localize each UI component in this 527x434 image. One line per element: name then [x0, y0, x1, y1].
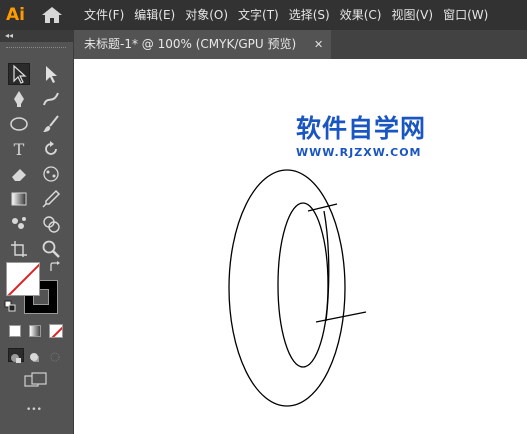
- type-tool-glyph: T: [13, 139, 25, 159]
- menu-edit[interactable]: 编辑(E): [129, 0, 180, 30]
- menu-type[interactable]: 文字(T): [233, 0, 284, 30]
- none-slash-icon: [51, 326, 62, 337]
- menu-window[interactable]: 窗口(W): [438, 0, 493, 30]
- zoom-tool-icon[interactable]: [40, 238, 62, 260]
- direct-selection-tool-icon[interactable]: [40, 63, 62, 85]
- curvature-tool-icon[interactable]: [40, 88, 62, 110]
- swap-fill-stroke-icon[interactable]: [48, 260, 62, 274]
- menu-file[interactable]: 文件(F): [79, 0, 129, 30]
- watermark-url: WWW.RJZXW.COM: [296, 146, 422, 159]
- watermark-title: 软件自学网: [296, 114, 427, 143]
- document-tab[interactable]: 未标题-1* @ 100% (CMYK/GPU 预览) ✕: [74, 30, 331, 59]
- default-fill-stroke-icon[interactable]: [4, 300, 16, 312]
- draw-inside-icon[interactable]: [48, 348, 64, 362]
- puppet-warp-tool-icon[interactable]: [40, 163, 62, 185]
- document-tab-title: 未标题-1* @ 100% (CMYK/GPU 预览): [84, 37, 297, 51]
- screen-mode-icon[interactable]: [24, 372, 48, 390]
- inner-ellipse[interactable]: [277, 202, 329, 368]
- menu-object[interactable]: 对象(O): [180, 0, 233, 30]
- document-tab-bar: 未标题-1* @ 100% (CMYK/GPU 预览) ✕: [74, 30, 527, 59]
- menu-select[interactable]: 选择(S): [284, 0, 335, 30]
- color-mode-button[interactable]: [9, 325, 21, 337]
- home-icon[interactable]: [41, 6, 63, 24]
- app-logo: Ai: [6, 5, 25, 25]
- none-slash-icon: [7, 263, 39, 295]
- tools-panel-header: ◂◂: [0, 30, 74, 42]
- menu-bar: Ai 文件(F) 编辑(E) 对象(O) 文字(T) 选择(S) 效果(C) 视…: [0, 0, 527, 30]
- pen-tool-icon[interactable]: [8, 88, 30, 110]
- menu-view[interactable]: 视图(V): [386, 0, 438, 30]
- shape-builder-tool-icon[interactable]: [40, 213, 62, 235]
- more-tools-icon[interactable]: •••: [26, 405, 42, 415]
- panel-grip[interactable]: [6, 47, 66, 49]
- symbol-sprayer-tool-icon[interactable]: [8, 213, 30, 235]
- rotate-tool-icon[interactable]: [40, 138, 62, 160]
- paintbrush-tool-icon[interactable]: [40, 113, 62, 135]
- draw-normal-icon[interactable]: [8, 348, 24, 363]
- collapse-icon[interactable]: ◂◂: [5, 31, 13, 41]
- fill-swatch-front[interactable]: [6, 262, 40, 296]
- artboard-tool-icon[interactable]: [8, 238, 30, 260]
- eyedropper-tool-icon[interactable]: [40, 188, 62, 210]
- gradient-tool-icon[interactable]: [8, 188, 30, 210]
- none-mode-button[interactable]: [49, 324, 63, 338]
- main-menu: 文件(F) 编辑(E) 对象(O) 文字(T) 选择(S) 效果(C) 视图(V…: [79, 0, 493, 30]
- tools-panel: ◂◂ T •••: [0, 30, 74, 434]
- type-tool-icon[interactable]: T: [8, 138, 30, 160]
- inner-ellipse-edge-curve[interactable]: [323, 210, 330, 322]
- selection-tool-icon[interactable]: [8, 63, 30, 85]
- close-icon[interactable]: ✕: [314, 30, 323, 59]
- top-connector-line[interactable]: [307, 203, 338, 212]
- eraser-tool-icon[interactable]: [8, 163, 30, 185]
- bottom-connector-line[interactable]: [315, 311, 367, 323]
- draw-behind-icon[interactable]: [28, 348, 44, 362]
- menu-effect[interactable]: 效果(C): [335, 0, 387, 30]
- ellipse-tool-icon[interactable]: [8, 113, 30, 135]
- gradient-mode-button[interactable]: [29, 325, 41, 337]
